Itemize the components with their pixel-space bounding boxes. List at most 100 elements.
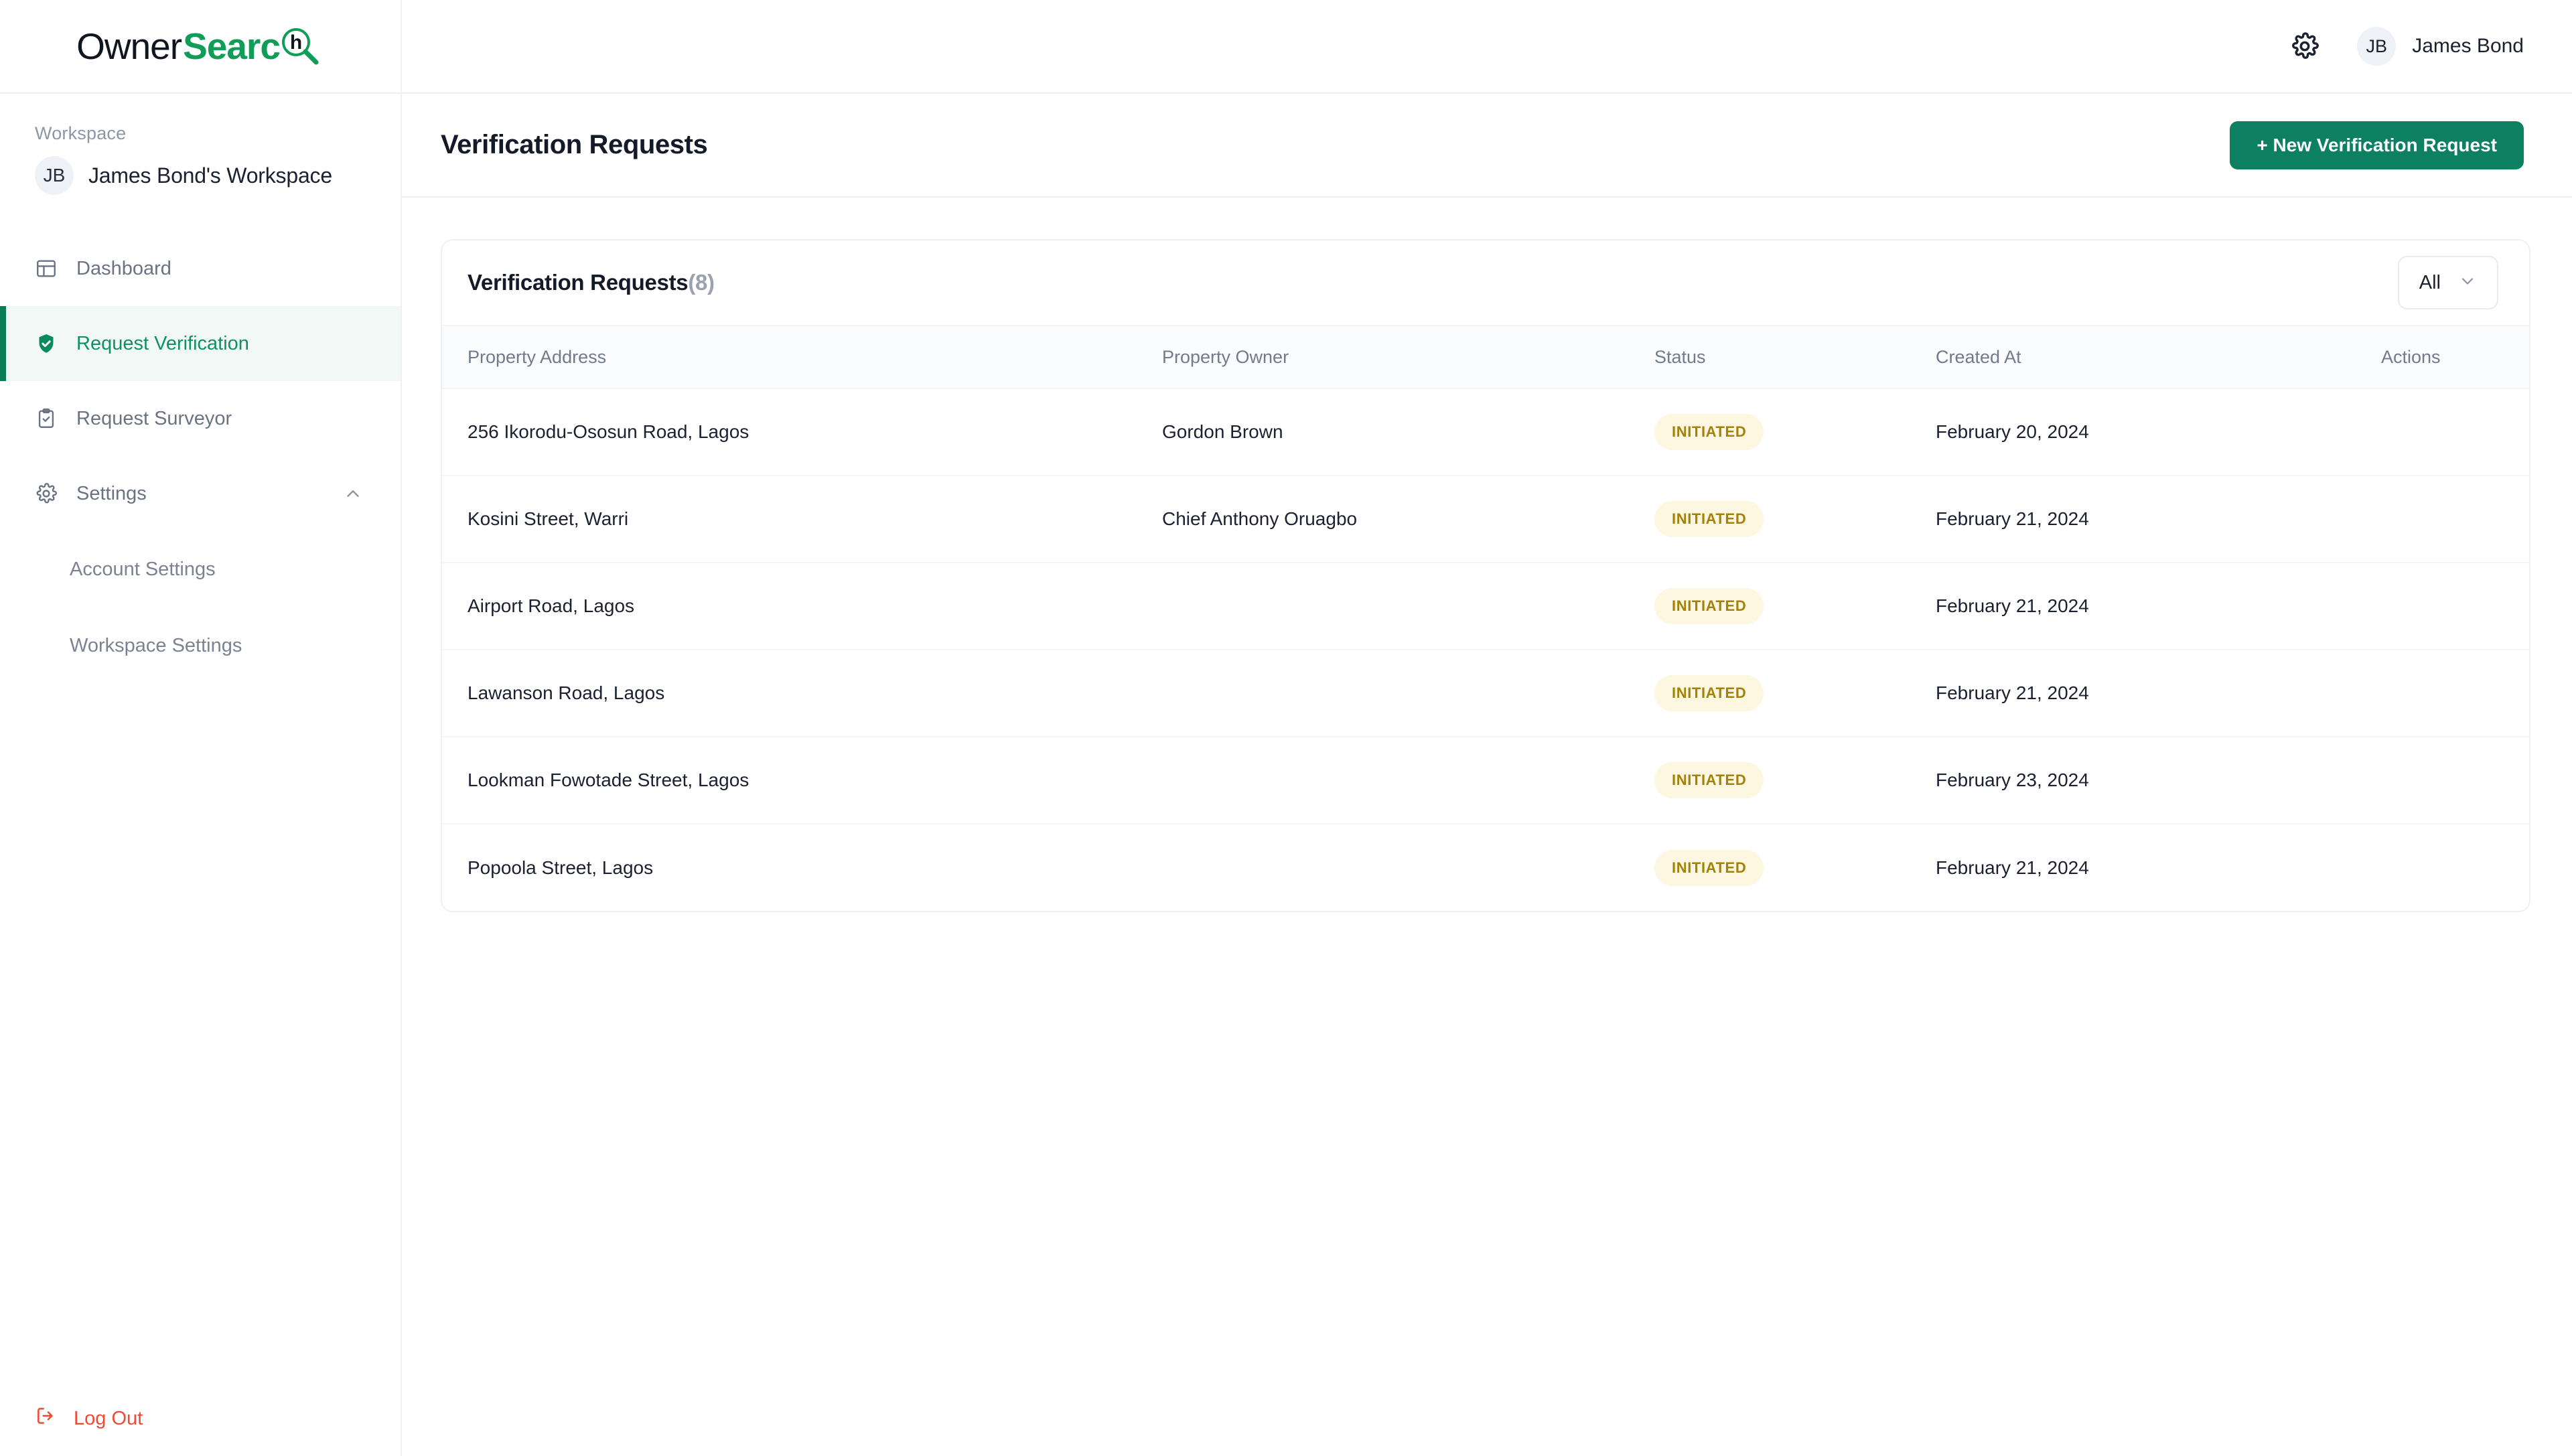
cell-status: INITIATED (1654, 824, 1936, 911)
main-area: JB James Bond Verification Requests + Ne… (402, 0, 2572, 1456)
card-header: Verification Requests(8) All (442, 240, 2529, 325)
sidebar-item-workspace-settings[interactable]: Workspace Settings (0, 607, 401, 684)
column-header-created-at: Created At (1936, 325, 2381, 389)
cell-property-address: Lookman Fowotade Street, Lagos (442, 737, 1162, 824)
clipboard-check-icon (35, 407, 58, 430)
table-row[interactable]: Popoola Street, Lagos INITIATED February… (442, 824, 2529, 911)
sidebar-item-settings[interactable]: Settings (0, 456, 401, 531)
cell-actions[interactable] (2381, 476, 2529, 563)
sidebar-subitem-label: Workspace Settings (70, 634, 242, 656)
column-header-actions: Actions (2381, 325, 2529, 389)
table-row[interactable]: 256 Ikorodu-Ososun Road, Lagos Gordon Br… (442, 388, 2529, 476)
gear-icon (35, 482, 58, 505)
sidebar-item-account-settings[interactable]: Account Settings (0, 531, 401, 607)
cell-property-address: 256 Ikorodu-Ososun Road, Lagos (442, 388, 1162, 476)
sidebar: Owner Searc h Workspace JB James Bond's … (0, 0, 402, 1456)
cell-created-at: February 21, 2024 (1936, 857, 2089, 878)
status-badge: INITIATED (1654, 501, 1764, 537)
cell-status: INITIATED (1654, 563, 1936, 650)
sidebar-item-label: Dashboard (76, 257, 171, 279)
cell-status: INITIATED (1654, 476, 1936, 563)
cell-property-owner (1162, 737, 1654, 824)
logo-zone: Owner Searc h (0, 0, 401, 94)
cell-property-address: Lawanson Road, Lagos (442, 650, 1162, 737)
status-filter-value: All (2419, 271, 2441, 293)
cell-property-owner: Chief Anthony Oruagbo (1162, 476, 1654, 563)
logo-text-owner: Owner (76, 25, 182, 67)
cell-property-address: Popoola Street, Lagos (468, 857, 654, 878)
grid-icon (35, 257, 58, 280)
status-filter-dropdown[interactable]: All (2397, 256, 2498, 309)
logo-text-searc: Searc (183, 25, 281, 67)
card-count: (8) (688, 270, 715, 295)
top-bar: JB James Bond (402, 0, 2572, 94)
verification-requests-card: Verification Requests(8) All Property Ad… (441, 239, 2530, 912)
card-title-text: Verification Requests (468, 270, 689, 295)
content-area: Verification Requests(8) All Property Ad… (402, 198, 2572, 1456)
table-row[interactable]: Lawanson Road, Lagos INITIATED February … (442, 650, 2529, 737)
logout-label: Log Out (74, 1407, 143, 1429)
sidebar-item-label: Settings (76, 482, 147, 504)
workspace-label: Workspace (35, 123, 127, 143)
status-badge: INITIATED (1654, 762, 1764, 798)
table-row[interactable]: Kosini Street, Warri Chief Anthony Oruag… (442, 476, 2529, 563)
sidebar-item-label: Request Surveyor (76, 407, 232, 429)
sidebar-item-dashboard[interactable]: Dashboard (0, 231, 401, 306)
workspace-avatar: JB (35, 156, 74, 195)
sidebar-item-label: Request Verification (76, 332, 249, 354)
cell-created-at: February 21, 2024 (1936, 650, 2381, 737)
table-body: 256 Ikorodu-Ososun Road, Lagos Gordon Br… (442, 388, 2529, 911)
svg-text:h: h (290, 31, 302, 54)
new-verification-request-button[interactable]: + New Verification Request (2230, 121, 2524, 169)
sidebar-item-request-verification[interactable]: Request Verification (0, 306, 401, 381)
logout-button[interactable]: Log Out (35, 1405, 143, 1432)
workspace-switcher[interactable]: JB James Bond's Workspace (35, 156, 366, 195)
avatar: JB (2357, 27, 2397, 66)
cell-actions[interactable] (2381, 388, 2529, 476)
cell-status: INITIATED (1654, 650, 1936, 737)
chevron-down-icon (2458, 272, 2477, 294)
cell-actions[interactable] (2381, 563, 2529, 650)
app-logo[interactable]: Owner Searc h (76, 25, 324, 68)
cell-created-at: February 21, 2024 (1936, 476, 2381, 563)
column-header-property-owner: Property Owner (1162, 325, 1654, 389)
workspace-section: Workspace JB James Bond's Workspace (0, 94, 401, 195)
magnifier-icon: h (276, 25, 324, 68)
logout-icon (35, 1405, 56, 1432)
sidebar-subitem-label: Account Settings (70, 558, 216, 580)
verification-requests-table: Property Address Property Owner Status C… (442, 325, 2529, 911)
workspace-name: James Bond's Workspace (88, 163, 332, 188)
cell-status: INITIATED (1654, 737, 1936, 824)
status-badge: INITIATED (1654, 675, 1764, 711)
cell-actions[interactable] (2381, 737, 2529, 824)
sidebar-nav: Dashboard Request Verification Request S… (0, 231, 401, 684)
shield-check-icon (35, 332, 58, 355)
card-title: Verification Requests(8) (468, 270, 715, 295)
cell-property-owner (1162, 824, 1654, 911)
status-badge: INITIATED (1654, 588, 1764, 624)
cell-property-owner: Gordon Brown (1162, 388, 1654, 476)
cell-property-owner (1162, 563, 1654, 650)
status-badge: INITIATED (1654, 414, 1764, 450)
status-badge: INITIATED (1654, 849, 1764, 886)
table-row[interactable]: Lookman Fowotade Street, Lagos INITIATED… (442, 737, 2529, 824)
column-header-property-address: Property Address (442, 325, 1162, 389)
settings-gear-icon[interactable] (2290, 31, 2319, 61)
cell-created-at: February 20, 2024 (1936, 388, 2381, 476)
cell-property-address: Kosini Street, Warri (442, 476, 1162, 563)
cell-actions[interactable] (2381, 650, 2529, 737)
cell-created-at: February 21, 2024 (1936, 563, 2381, 650)
cell-actions[interactable] (2381, 824, 2529, 911)
chevron-up-icon[interactable] (343, 484, 363, 504)
cell-property-address: Airport Road, Lagos (442, 563, 1162, 650)
table-header: Property Address Property Owner Status C… (442, 325, 2529, 389)
cell-property-owner (1162, 650, 1654, 737)
page-header: Verification Requests + New Verification… (402, 94, 2572, 198)
table-row[interactable]: Airport Road, Lagos INITIATED February 2… (442, 563, 2529, 650)
user-name: James Bond (2412, 35, 2524, 57)
cell-status: INITIATED (1654, 388, 1936, 476)
page-title: Verification Requests (441, 130, 708, 159)
column-header-status: Status (1654, 325, 1936, 389)
user-menu[interactable]: JB James Bond (2357, 27, 2524, 66)
sidebar-item-request-surveyor[interactable]: Request Surveyor (0, 381, 401, 456)
